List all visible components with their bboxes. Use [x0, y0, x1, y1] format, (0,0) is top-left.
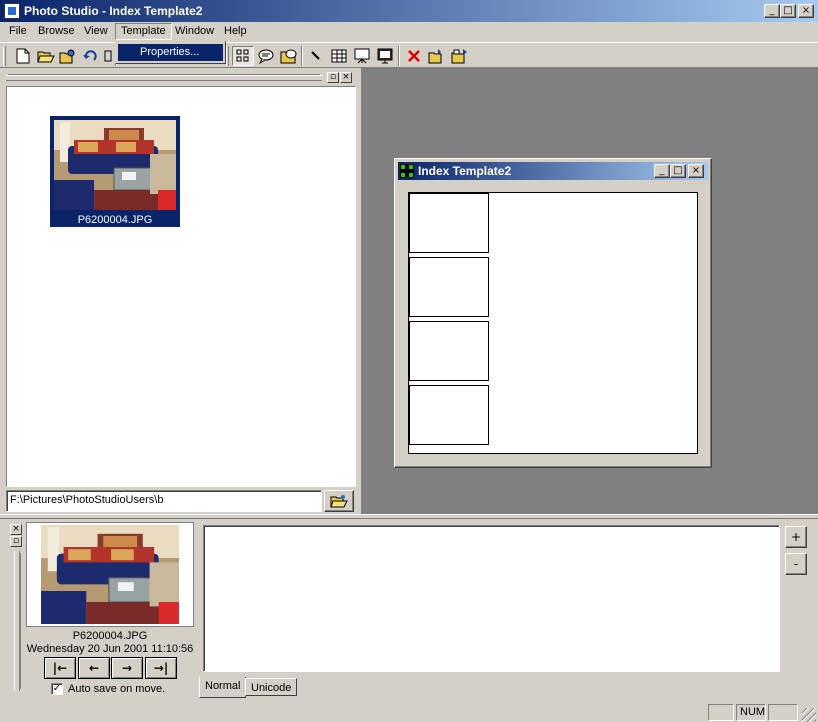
thumbnail-image — [54, 120, 176, 210]
toolbar-grip[interactable] — [226, 46, 229, 66]
app-icon[interactable] — [4, 3, 20, 19]
new-icon[interactable] — [12, 46, 34, 66]
path-input[interactable]: F:\Pictures\PhotoStudioUsers\b — [6, 490, 322, 512]
first-photo-button[interactable]: |← — [44, 657, 76, 679]
menu-window[interactable]: Window — [170, 23, 219, 40]
template-maximize-button[interactable]: □ — [670, 164, 686, 178]
next-photo-button[interactable]: → — [111, 657, 143, 679]
panel-grip[interactable] — [14, 551, 20, 691]
browse-folder-button[interactable] — [324, 490, 354, 512]
photo-frame[interactable] — [409, 193, 489, 253]
open-icon[interactable] — [35, 46, 57, 66]
thumbnail-caption: P6200004.JPG — [77, 214, 153, 226]
skip-first-icon: |← — [52, 661, 68, 675]
status-bar: NUM — [0, 702, 818, 722]
resize-grip[interactable] — [802, 708, 816, 722]
toolbar-separator — [301, 46, 303, 66]
settings-icon[interactable] — [102, 46, 114, 66]
menu-template[interactable]: Template — [115, 23, 172, 40]
template-window-title-bar[interactable]: Index Template2 _ □ × — [398, 162, 708, 180]
template-menu-dropdown: Properties... — [115, 41, 226, 64]
preview-file-name: P6200004.JPG — [72, 630, 148, 642]
menu-bar: File Browse View Template Window Help — [0, 22, 818, 41]
menu-file[interactable]: File — [4, 23, 32, 40]
open-folder-icon — [330, 495, 348, 508]
preview-panel: × ▫ P6200004.JPG Wednesday 20 Jun 2001 1… — [0, 519, 818, 699]
thumbnail[interactable]: P6200004.JPG — [50, 116, 180, 227]
copy-to-folder-icon[interactable] — [426, 46, 448, 66]
skip-last-icon: →| — [153, 661, 169, 675]
table-icon[interactable] — [328, 46, 350, 66]
status-cell — [708, 704, 734, 721]
arrow-right-icon: → — [121, 661, 133, 675]
maximize-button[interactable]: □ — [780, 4, 796, 18]
close-button[interactable]: × — [798, 4, 814, 18]
pencil-icon[interactable] — [305, 46, 327, 66]
photo-frame[interactable] — [409, 385, 489, 445]
menu-view[interactable]: View — [79, 23, 113, 40]
previous-photo-button[interactable]: ← — [78, 657, 110, 679]
pane-grip[interactable] — [6, 75, 322, 81]
photo-frame[interactable] — [409, 257, 489, 317]
preview-image-frame — [26, 522, 194, 627]
pane-caption: ▫ × — [6, 72, 354, 84]
template-close-button[interactable]: × — [688, 164, 704, 178]
thumbnail-browser[interactable]: P6200004.JPG — [6, 86, 356, 487]
caption-icon[interactable] — [278, 46, 300, 66]
panel-restore-button[interactable]: ▫ — [10, 536, 22, 547]
template-canvas-area — [398, 182, 708, 462]
toolbar-grip[interactable] — [3, 46, 6, 66]
preview-file-date: Wednesday 20 Jun 2001 11:10:56 — [26, 643, 194, 655]
title-bar[interactable]: Photo Studio - Index Template2 _ □ × — [0, 0, 818, 22]
window-title: Photo Studio - Index Template2 — [24, 4, 203, 18]
monitor-icon[interactable] — [374, 46, 396, 66]
open-folder-icon[interactable] — [57, 46, 79, 66]
template-page[interactable] — [408, 192, 698, 454]
menu-browse[interactable]: Browse — [33, 23, 80, 40]
last-photo-button[interactable]: →| — [145, 657, 177, 679]
speech-bubble-icon[interactable] — [255, 46, 277, 66]
caption-text-area[interactable] — [203, 525, 780, 672]
add-button[interactable]: + — [785, 526, 807, 548]
slideshow-icon[interactable] — [351, 46, 373, 66]
grid-view-icon[interactable] — [232, 46, 254, 66]
remove-button[interactable]: - — [785, 553, 807, 575]
minimize-button[interactable]: _ — [764, 4, 780, 18]
pane-close-button[interactable]: × — [340, 72, 352, 83]
mdi-workspace: Index Template2 _ □ × — [360, 68, 818, 514]
photo-frame[interactable] — [409, 321, 489, 381]
autosave-checkbox[interactable]: ✓ — [51, 683, 63, 695]
status-cell — [768, 704, 798, 721]
template-grid-icon[interactable] — [400, 164, 414, 178]
toolbar-separator — [398, 46, 400, 66]
autosave-label: Auto save on move. — [68, 683, 166, 695]
panel-close-button[interactable]: × — [10, 524, 22, 535]
template-window: Index Template2 _ □ × — [394, 158, 712, 468]
pane-restore-button[interactable]: ▫ — [327, 72, 339, 83]
menu-help[interactable]: Help — [219, 23, 252, 40]
num-lock-indicator: NUM — [736, 704, 766, 721]
template-window-title: Index Template2 — [418, 164, 512, 178]
preview-image — [41, 525, 179, 624]
template-minimize-button[interactable]: _ — [654, 164, 670, 178]
arrow-left-icon: ← — [88, 661, 100, 675]
undo-icon[interactable] — [80, 46, 102, 66]
tab-unicode[interactable]: Unicode — [245, 678, 298, 696]
browser-pane: ▫ × P6200004.JPG F:\Pictures\PhotoStudio… — [0, 68, 360, 514]
move-to-folder-icon[interactable] — [449, 46, 471, 66]
menu-item-properties[interactable]: Properties... — [118, 44, 223, 61]
delete-icon[interactable] — [403, 46, 425, 66]
tab-normal[interactable]: Normal — [199, 677, 247, 698]
